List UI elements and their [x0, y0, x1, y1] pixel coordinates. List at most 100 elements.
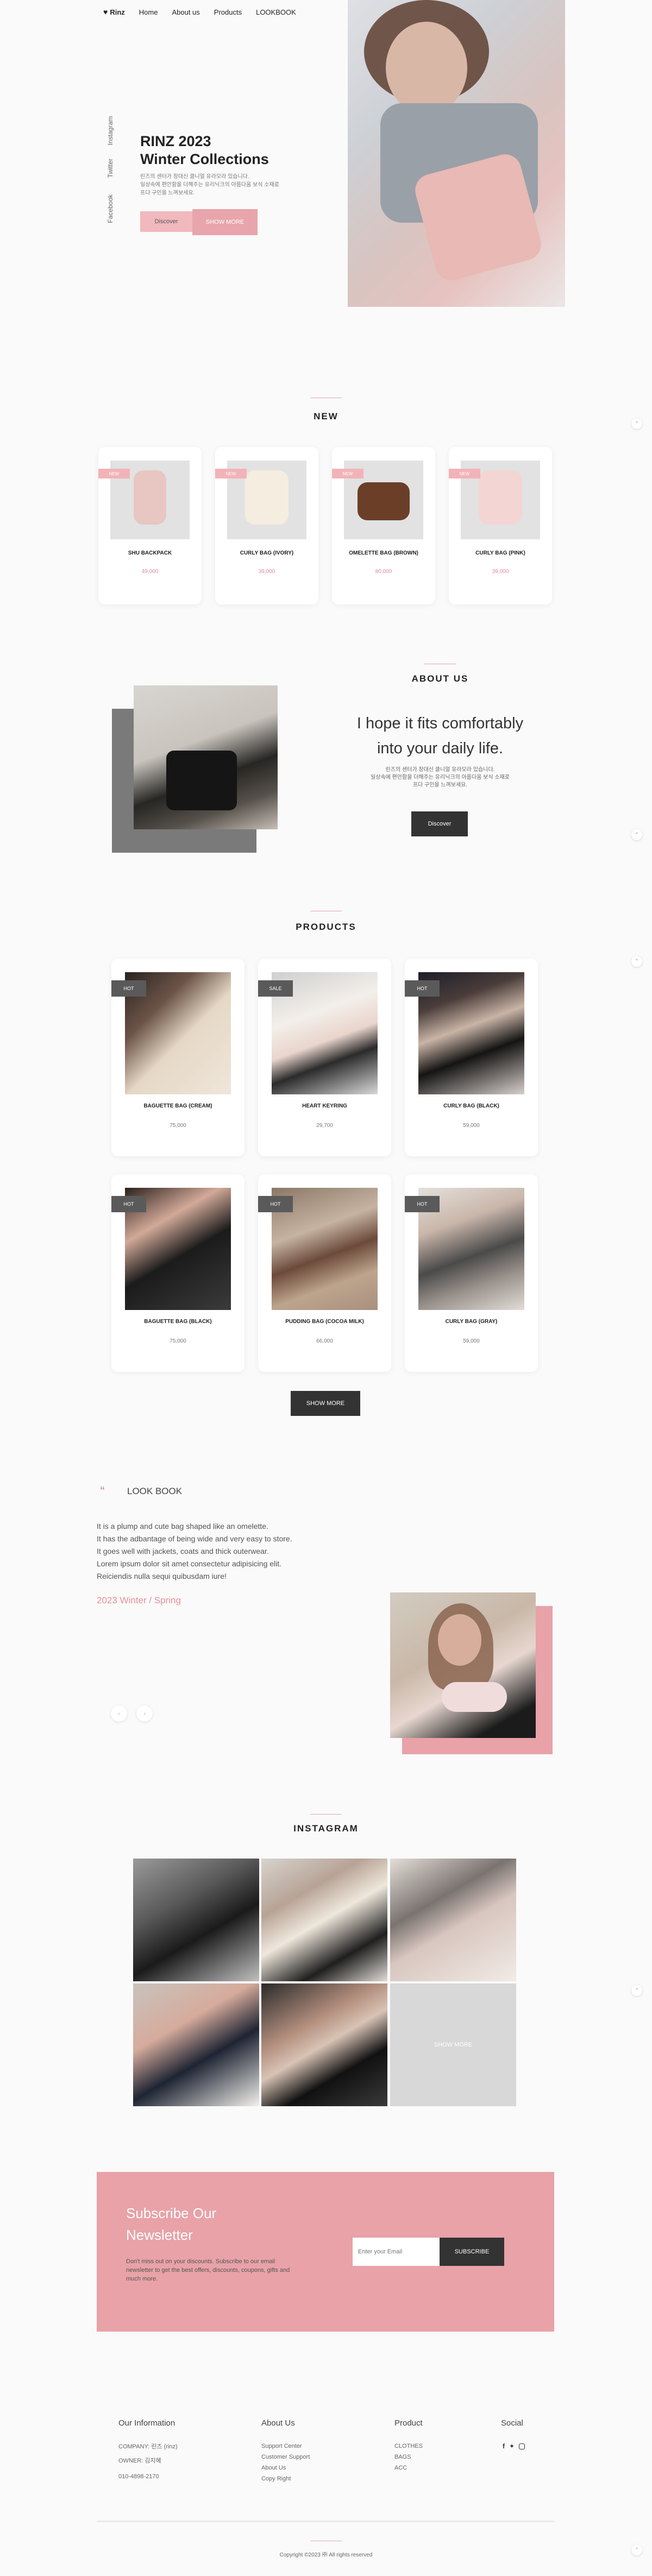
product-photo — [134, 470, 166, 525]
footer-phone: 010-4898-2170 — [118, 2473, 159, 2480]
product-card[interactable]: SALE HEART KEYRING 29,700 — [258, 959, 391, 1156]
lookbook-next-button[interactable]: › — [136, 1705, 153, 1722]
subscribe-button[interactable]: SUBSCRIBE — [440, 2238, 504, 2266]
product-price: 66,000 — [316, 1338, 333, 1344]
hot-badge: HOT — [405, 1196, 440, 1212]
new-product-card[interactable]: NEW CURLY BAG (PINK) 39,000 — [449, 447, 552, 604]
footer-link[interactable]: Support Center — [261, 2441, 310, 2452]
copyright: Copyright ©2023 ㈜ All rights reserved — [279, 2552, 373, 2558]
social-facebook[interactable]: Facebook — [106, 194, 114, 223]
newsletter-text: Don't miss out on your discounts. Subscr… — [126, 2257, 322, 2283]
instagram-post[interactable] — [133, 1859, 259, 1981]
lookbook-line: Lorem ipsum dolor sit amet consectetur a… — [97, 1559, 282, 1568]
scroll-up-button[interactable]: ⌃ — [631, 956, 642, 967]
lookbook-subtitle: 2023 Winter / Spring — [97, 1595, 181, 1605]
hero-desc-line1: 린즈의 센터가 창대신 클니얼 유라모라 있습니다. — [140, 174, 249, 180]
product-card[interactable]: HOT PUDDING BAG (COCOA MILK) 66,000 — [258, 1174, 391, 1372]
newsletter-title-line1: Subscribe Our — [126, 2205, 217, 2221]
footer-link[interactable]: BAGS — [394, 2452, 423, 2462]
hot-badge: HOT — [111, 980, 146, 997]
footer-product-title: Product — [394, 2418, 423, 2428]
product-name: PUDDING BAG (COCOA MILK) — [285, 1319, 364, 1325]
new-product-card[interactable]: NEW OMELETTE BAG (BROWN) 80,000 — [332, 447, 435, 604]
footer-link[interactable]: CLOTHES — [394, 2441, 423, 2452]
product-name: CURLY BAG (PINK) — [475, 550, 525, 556]
lookbook-prev-button[interactable]: ‹ — [111, 1705, 127, 1722]
instagram-post[interactable] — [261, 1859, 387, 1981]
about-discover-button[interactable]: Discover — [411, 811, 468, 836]
footer-link[interactable]: Copy Right — [261, 2473, 310, 2484]
product-name: CURLY BAG (GRAY) — [445, 1319, 498, 1325]
scroll-up-button[interactable]: ⌃ — [631, 1985, 642, 1996]
scroll-up-button[interactable]: ⌃ — [631, 2544, 642, 2555]
product-name: BAGUETTE BAG (CREAM) — [143, 1103, 212, 1109]
social-instagram[interactable]: Instagram — [106, 116, 114, 145]
footer-link[interactable]: ACC — [394, 2462, 423, 2473]
scroll-up-button[interactable]: ⌃ — [631, 829, 642, 840]
product-price: 49,000 — [141, 569, 159, 575]
product-name: BAGUETTE BAG (BLACK) — [144, 1319, 212, 1325]
lookbook-text: It is a plump and cute bag shaped like a… — [97, 1520, 358, 1583]
hero-desc-line2: 일상속에 편안함을 더해주는 유리닉크의 아름다움 보식 소재로 — [140, 182, 279, 188]
instagram-post[interactable] — [133, 1983, 259, 2106]
product-price: 39,000 — [492, 569, 509, 575]
newsletter-title: Subscribe Our Newsletter — [126, 2202, 216, 2246]
product-photo — [245, 470, 289, 525]
footer-divider — [97, 2521, 554, 2522]
nav-products[interactable]: Products — [214, 8, 242, 16]
footer-social-icons: f ✦ — [503, 2442, 525, 2450]
new-product-card[interactable]: NEW SHU BACKPACK 49,000 — [98, 447, 202, 604]
nav-lookbook[interactable]: LOOKBOOK — [256, 8, 296, 16]
product-price: 75,000 — [170, 1338, 186, 1344]
product-card[interactable]: HOT BAGUETTE BAG (BLACK) 75,000 — [111, 1174, 244, 1372]
main-nav: ♥ Rinz Home About us Products LOOKBOOK — [103, 8, 296, 16]
about-desc-line3: 프다 구인을 느껴보세요. — [412, 782, 468, 788]
product-card[interactable]: HOT BAGUETTE BAG (CREAM) 75,000 — [111, 959, 244, 1156]
nav-about[interactable]: About us — [172, 8, 199, 16]
lookbook-line: It is a plump and cute bag shaped like a… — [97, 1522, 268, 1531]
product-name: OMELETTE BAG (BROWN) — [349, 550, 418, 556]
about-desc-line1: 린즈의 센터가 창대신 클니얼 유라모라 있습니다. — [385, 767, 495, 773]
product-name: CURLY BAG (BLACK) — [443, 1103, 499, 1109]
hero-description: 린즈의 센터가 창대신 클니얼 유라모라 있습니다. 일상속에 편안함을 더해주… — [140, 173, 325, 197]
instagram-post[interactable] — [261, 1983, 387, 2106]
lookbook-line: It has the adbantage of being wide and v… — [97, 1534, 292, 1543]
footer-owner: OWNER: 김지혜 — [118, 2458, 161, 2464]
footer-product-links: CLOTHES BAGS ACC — [394, 2441, 423, 2473]
twitter-icon[interactable]: ✦ — [509, 2442, 515, 2450]
scroll-up-button[interactable]: ⌃ — [631, 418, 642, 429]
footer-social-title: Social — [501, 2418, 523, 2428]
products-show-more-button[interactable]: SHOW MORE — [291, 1391, 360, 1416]
products-section-title: PRODUCTS — [296, 922, 356, 932]
logo[interactable]: ♥ Rinz — [103, 8, 125, 16]
nav-home[interactable]: Home — [139, 8, 158, 16]
hero-discover-button[interactable]: Discover — [140, 211, 192, 232]
newsletter-text-line3: much more. — [126, 2276, 158, 2282]
hero-show-more-button[interactable]: SHOW MORE — [192, 209, 258, 235]
instagram-show-more[interactable]: SHOW MORE — [390, 1983, 516, 2106]
hot-badge: HOT — [111, 1196, 146, 1212]
hero-title-line1: RINZ 2023 — [140, 133, 211, 149]
newsletter-text-line2: newsletter to get the best offers, disco… — [126, 2267, 290, 2273]
product-card[interactable]: HOT CURLY BAG (GRAY) 59,000 — [405, 1174, 538, 1372]
product-name: SHU BACKPACK — [128, 550, 172, 556]
about-description: 린즈의 센터가 창대신 클니얼 유라모라 있습니다. 일상속에 편안함을 더해주… — [348, 766, 532, 789]
footer-link[interactable]: Customer Support — [261, 2452, 310, 2462]
new-product-card[interactable]: NEW CURLY BAG (IVORY) 39,000 — [215, 447, 318, 604]
social-twitter[interactable]: Twitter — [106, 159, 114, 178]
instagram-icon[interactable] — [519, 2443, 525, 2449]
facebook-icon[interactable]: f — [503, 2442, 505, 2450]
product-name: HEART KEYRING — [302, 1103, 347, 1109]
product-photo — [358, 482, 410, 520]
footer-about-title: About Us — [261, 2418, 295, 2428]
instagram-post[interactable] — [390, 1859, 516, 1981]
footer-link[interactable]: About Us — [261, 2462, 310, 2473]
new-badge: NEW — [449, 469, 480, 478]
newsletter-title-line2: Newsletter — [126, 2227, 193, 2243]
hero-title-line2: Winter Collections — [140, 151, 269, 167]
email-field[interactable] — [353, 2238, 440, 2266]
product-card[interactable]: HOT CURLY BAG (BLACK) 59,000 — [405, 959, 538, 1156]
product-price: 59,000 — [463, 1338, 480, 1344]
product-price: 39,000 — [258, 569, 275, 575]
heart-icon: ♥ — [103, 8, 108, 16]
